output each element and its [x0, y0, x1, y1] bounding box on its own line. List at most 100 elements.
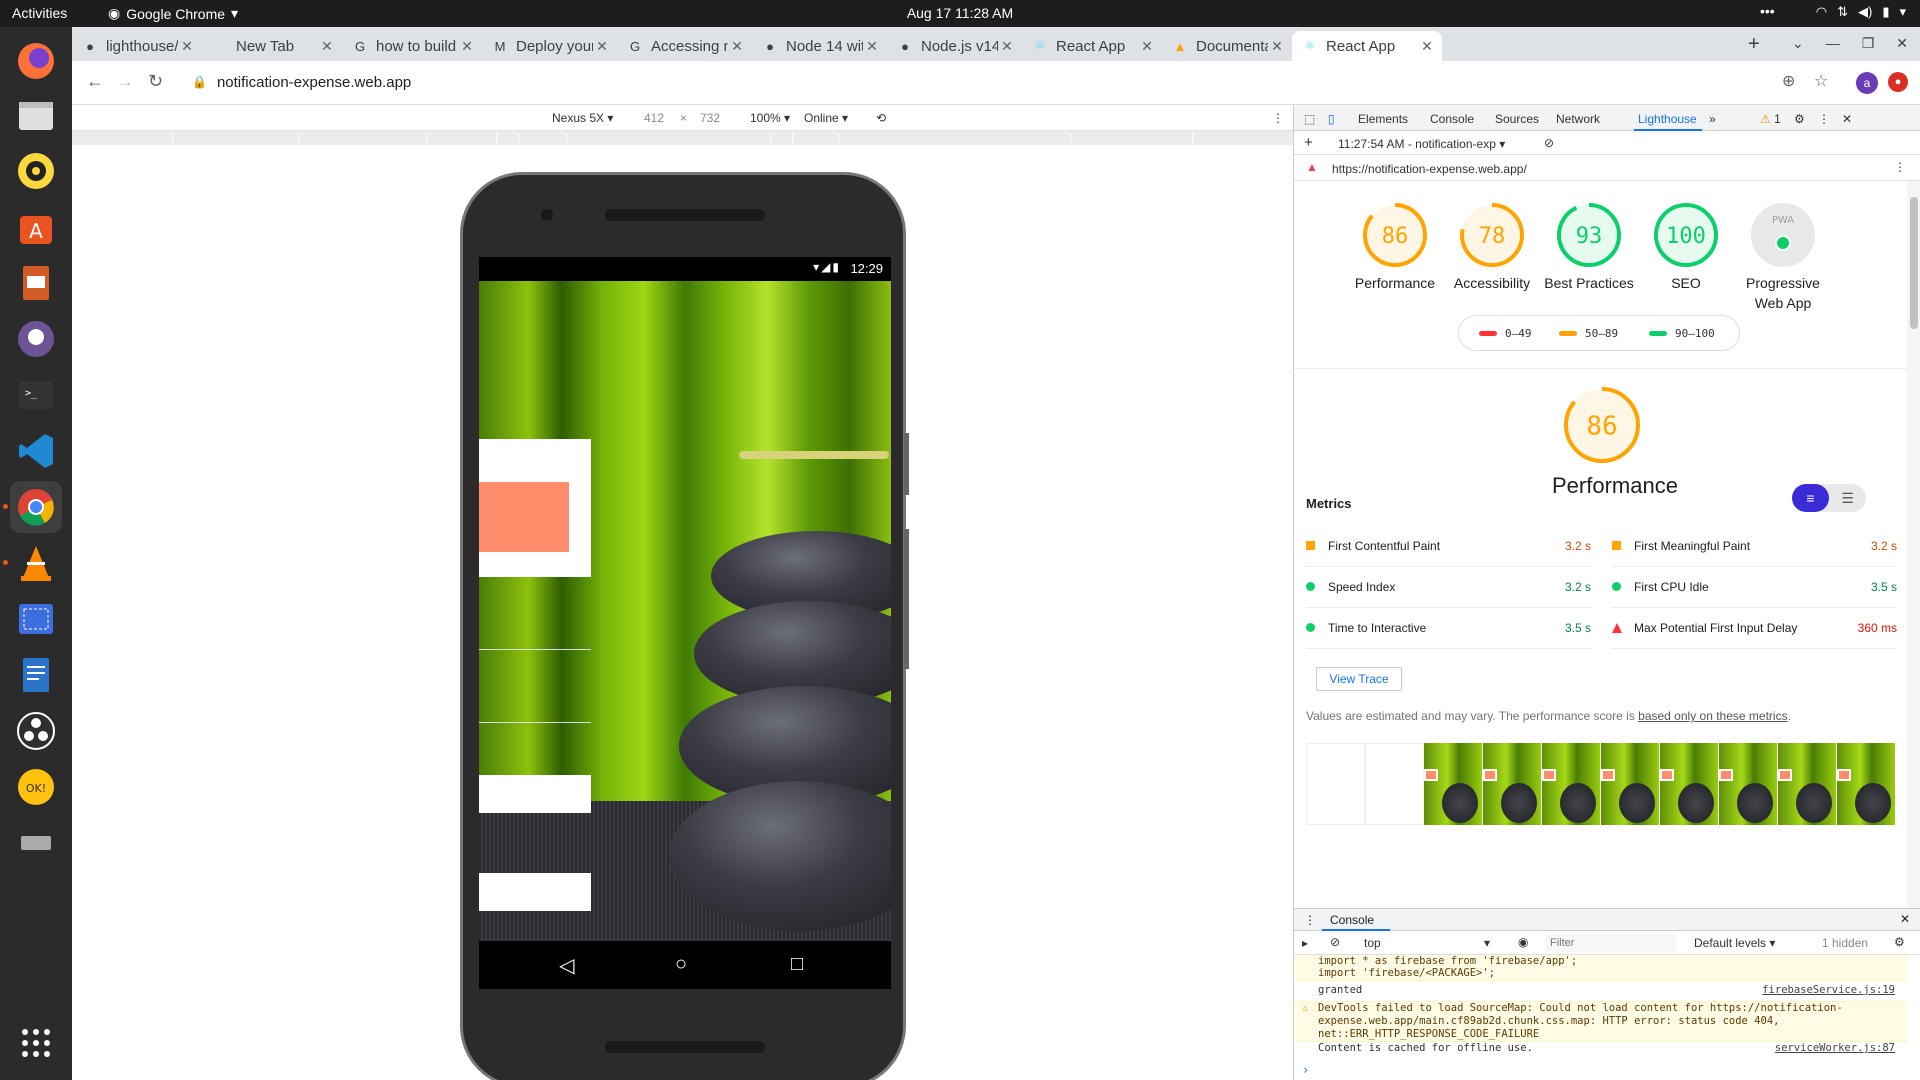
close-tab-icon[interactable]: ✕: [1138, 38, 1156, 55]
close-tab-icon[interactable]: ✕: [178, 38, 196, 55]
lock-icon[interactable]: 🔒: [192, 75, 207, 89]
close-tab-icon[interactable]: ✕: [863, 38, 881, 55]
device-width-input[interactable]: 412: [644, 111, 664, 125]
android-back-icon[interactable]: ◁: [559, 953, 574, 978]
phone-screen[interactable]: ▾◢▮ 12:29 ◁ ○ □: [479, 257, 891, 989]
console-message[interactable]: import 'firebase/<PACKAGE>';: [1294, 967, 1907, 981]
report-url[interactable]: https://notification-expense.web.app/: [1332, 162, 1527, 176]
vlc-icon[interactable]: [10, 537, 62, 589]
forward-icon[interactable]: →: [116, 71, 134, 92]
console-settings-gear-icon[interactable]: ⚙: [1894, 935, 1905, 949]
maximize-icon[interactable]: ❐: [1862, 35, 1875, 52]
live-expression-eye-icon[interactable]: ◉: [1518, 935, 1528, 949]
sidebar-toggle-icon[interactable]: ▸: [1302, 936, 1308, 950]
devtools-menu-icon[interactable]: ⋮: [1818, 112, 1830, 126]
obs-icon[interactable]: [10, 705, 62, 757]
warnings-badge[interactable]: ⚠ 1: [1760, 112, 1781, 126]
software-icon[interactable]: A: [10, 201, 62, 253]
github-desktop-icon[interactable]: [10, 313, 62, 365]
activities-button[interactable]: Activities: [12, 5, 67, 21]
tab-network[interactable]: Network: [1556, 112, 1600, 126]
back-icon[interactable]: ←: [86, 71, 104, 92]
close-drawer-icon[interactable]: ✕: [1900, 912, 1910, 926]
app-grid-icon[interactable]: [10, 1017, 62, 1069]
score-gauge-progressive-web-app[interactable]: PWA Progressive Web App: [1738, 201, 1828, 313]
tab-elements[interactable]: Elements: [1358, 112, 1408, 126]
tab-lighthouse[interactable]: Lighthouse: [1638, 112, 1697, 126]
close-devtools-icon[interactable]: ✕: [1842, 112, 1852, 126]
report-selector[interactable]: 11:27:54 AM - notification-exp ▾: [1338, 137, 1505, 151]
media-query-bar[interactable]: [72, 131, 1293, 145]
impress-icon[interactable]: [10, 257, 62, 309]
console-prompt-icon[interactable]: ›: [1302, 1063, 1309, 1077]
app-card[interactable]: [479, 439, 591, 577]
close-tab-icon[interactable]: ✕: [318, 38, 336, 55]
install-app-icon[interactable]: ⊕: [1782, 71, 1795, 91]
metrics-view-toggle[interactable]: ≡ ☰: [1792, 484, 1866, 512]
drive-icon[interactable]: [10, 817, 62, 869]
browser-tab[interactable]: Ghow to build b✕: [342, 31, 482, 61]
bookmark-star-icon[interactable]: ☆: [1814, 71, 1828, 91]
clear-console-icon[interactable]: ⊘: [1330, 935, 1340, 949]
score-gauge-seo[interactable]: 100 SEO: [1641, 201, 1731, 293]
device-selector[interactable]: Nexus 5X ▾: [552, 111, 613, 125]
browser-tab[interactable]: ⚛ React App ✕: [1022, 31, 1162, 61]
log-levels-dropdown[interactable]: Default levels ▾: [1694, 936, 1775, 950]
app-input[interactable]: [479, 775, 591, 813]
browser-tab[interactable]: New Tab ✕: [202, 31, 342, 61]
tab-console[interactable]: Console: [1430, 112, 1474, 126]
settings-gear-icon[interactable]: ⚙: [1794, 112, 1805, 126]
device-height-input[interactable]: 732: [700, 111, 720, 125]
console-filter-input[interactable]: [1546, 934, 1676, 952]
ok-app-icon[interactable]: OK!: [10, 761, 62, 813]
files-icon[interactable]: [10, 89, 62, 141]
browser-tab[interactable]: ⚛ React App ✕: [1292, 31, 1442, 61]
close-tab-icon[interactable]: ✕: [593, 38, 611, 55]
app-button[interactable]: [479, 873, 591, 911]
browser-tab[interactable]: G Accessing non✕: [617, 31, 752, 61]
new-report-icon[interactable]: +: [1304, 134, 1313, 151]
close-tab-icon[interactable]: ✕: [728, 38, 746, 55]
score-gauge-accessibility[interactable]: 78 Accessibility: [1447, 201, 1537, 293]
terminal-icon[interactable]: >_: [10, 369, 62, 421]
close-tab-icon[interactable]: ✕: [1268, 38, 1286, 55]
tab-sources[interactable]: Sources: [1495, 112, 1539, 126]
tab-search-icon[interactable]: ⌄: [1792, 35, 1804, 52]
device-more-icon[interactable]: ⋮: [1272, 111, 1284, 125]
browser-tab[interactable]: ▲ Documentatio✕: [1162, 31, 1292, 61]
report-menu-icon[interactable]: ⋮: [1894, 160, 1906, 174]
inspect-element-icon[interactable]: ⬚: [1304, 112, 1315, 126]
compact-view-icon[interactable]: ≡: [1792, 484, 1829, 512]
metrics-note-link[interactable]: based only on these metrics: [1638, 709, 1787, 723]
drawer-menu-icon[interactable]: ⋮: [1304, 913, 1316, 927]
browser-tab[interactable]: ● Node.js v14 W✕: [887, 31, 1022, 61]
app-menu[interactable]: ◉ Google Chrome ▾: [108, 5, 238, 22]
close-tab-icon[interactable]: ✕: [998, 38, 1016, 55]
zoom-selector[interactable]: 100% ▾: [750, 111, 790, 125]
console-message[interactable]: granted firebaseService.js:19: [1294, 984, 1907, 997]
firefox-icon[interactable]: [10, 35, 62, 87]
vscode-icon[interactable]: [10, 425, 62, 477]
close-window-icon[interactable]: ✕: [1896, 35, 1908, 52]
minimize-icon[interactable]: —: [1826, 35, 1840, 52]
browser-tab[interactable]: M Deploy your re✕: [482, 31, 617, 61]
screenshot-icon[interactable]: [10, 593, 62, 645]
close-tab-icon[interactable]: ✕: [458, 38, 476, 55]
context-selector[interactable]: top ▾: [1364, 936, 1490, 950]
rotate-icon[interactable]: ⟲: [876, 111, 886, 125]
extension-icon[interactable]: ●: [1888, 72, 1908, 92]
clear-reports-icon[interactable]: ⊘: [1544, 136, 1554, 150]
overflow-dots-icon[interactable]: •••: [1760, 3, 1775, 19]
console-message[interactable]: Content is cached for offline use. servic…: [1294, 1042, 1907, 1055]
rhythmbox-icon[interactable]: [10, 145, 62, 197]
score-gauge-performance[interactable]: 86 Performance: [1350, 201, 1440, 293]
android-recents-icon[interactable]: □: [791, 953, 803, 976]
view-trace-button[interactable]: View Trace: [1316, 667, 1402, 691]
device-toggle-icon[interactable]: ▯: [1328, 112, 1335, 126]
address-bar[interactable]: 🔒 notification-expense.web.app: [182, 67, 1842, 97]
drawer-tab-console[interactable]: Console: [1330, 913, 1374, 927]
score-gauge-best-practices[interactable]: 93 Best Practices: [1544, 201, 1634, 293]
more-tabs-icon[interactable]: »: [1709, 112, 1716, 126]
new-tab-button[interactable]: +: [1748, 33, 1760, 56]
console-message[interactable]: ⚠ DevTools failed to load SourceMap: Coul…: [1294, 1001, 1907, 1042]
